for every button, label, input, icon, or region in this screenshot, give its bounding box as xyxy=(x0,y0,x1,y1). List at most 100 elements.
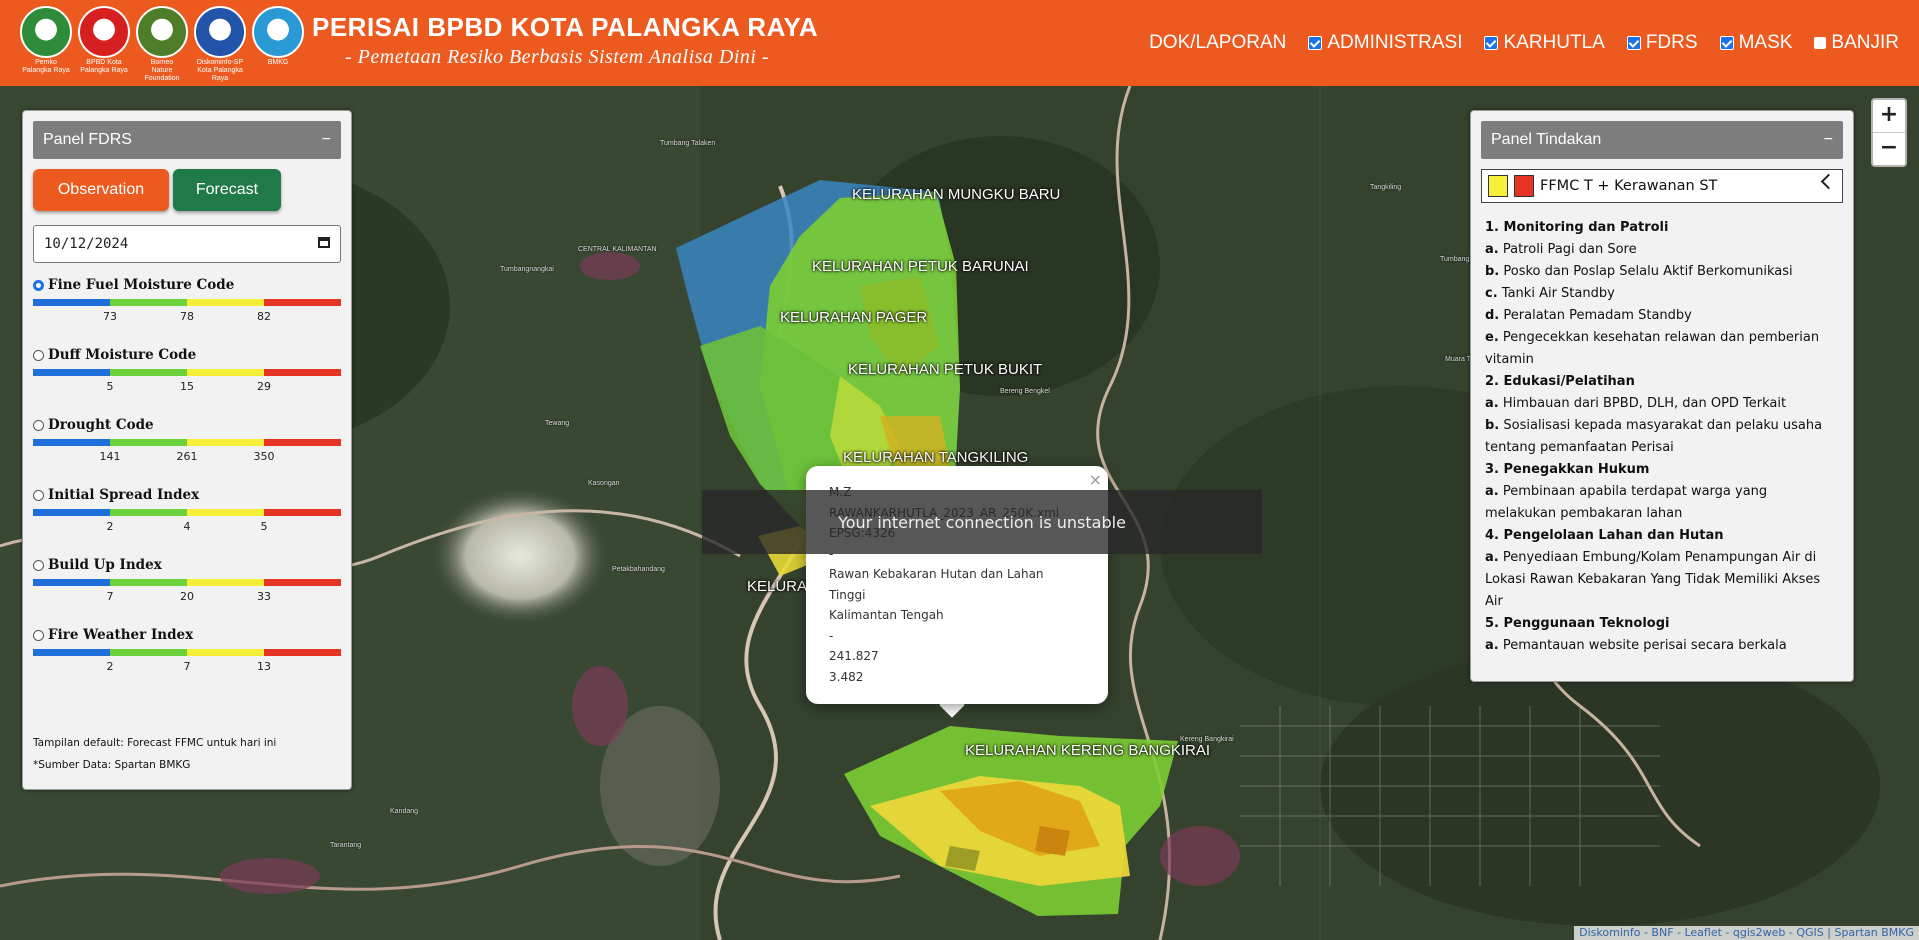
nav-item-karhutla[interactable]: KARHUTLA xyxy=(1484,32,1605,54)
kelurahan-label[interactable]: KELURAHAN TANGKILING xyxy=(843,449,1028,466)
scale-segment xyxy=(187,439,264,446)
legend-label: FFMC T + Kerawanan ST xyxy=(1540,178,1718,194)
legend-swatch-yellow xyxy=(1488,175,1508,197)
index-radio[interactable] xyxy=(33,279,44,291)
index-color-scale xyxy=(33,649,341,656)
action-item-text: Pembinaan apabila terdapat warga yang me… xyxy=(1485,484,1768,521)
fdrs-index-item[interactable]: Build Up Index 7 20 33 xyxy=(33,557,341,627)
action-item-text: Pemantauan website perisai secara berkal… xyxy=(1502,638,1787,653)
logo-item: BPBD Kota Palangka Raya xyxy=(78,6,130,83)
scale-segment xyxy=(110,649,187,656)
index-title[interactable]: Duff Moisture Code xyxy=(33,347,341,363)
fdrs-index-item[interactable]: Drought Code 141 261 350 xyxy=(33,417,341,487)
kelurahan-label[interactable]: KELURAHAN PETUK BUKIT xyxy=(848,361,1042,378)
kelurahan-label[interactable]: KELURAHAN MUNGKU BARU xyxy=(852,186,1060,203)
risk-legend-dropdown[interactable]: FFMC T + Kerawanan ST xyxy=(1481,169,1843,203)
nav-item-fdrs[interactable]: FDRS xyxy=(1626,32,1698,54)
kelurahan-label[interactable]: KELURA xyxy=(747,578,807,595)
logo-item: Borneo Nature Foundation xyxy=(136,6,188,83)
fdrs-panel-header: Panel FDRS − xyxy=(33,121,341,159)
action-item-key: d. xyxy=(1485,308,1500,323)
fdrs-index-item[interactable]: Initial Spread Index 2 4 5 xyxy=(33,487,341,557)
tick-label: 2 xyxy=(106,660,114,673)
fdrs-index-item[interactable]: Fine Fuel Moisture Code 73 78 82 xyxy=(33,277,341,347)
index-name: Fine Fuel Moisture Code xyxy=(48,277,235,293)
index-ticks: 73 78 82 xyxy=(33,306,341,323)
index-ticks: 2 7 13 xyxy=(33,656,341,673)
legend-swatch-red xyxy=(1514,175,1534,197)
index-radio[interactable] xyxy=(33,489,44,501)
nav-item-administrasi[interactable]: ADMINISTRASI xyxy=(1308,32,1462,54)
index-radio[interactable] xyxy=(33,629,44,641)
app-header: Pemko Palangka Raya BPBD Kota Palangka Ra… xyxy=(0,0,1919,86)
kelurahan-label[interactable]: KELURAHAN KERENG BANGKIRAI xyxy=(965,742,1210,759)
fdrs-panel-title: Panel FDRS xyxy=(43,131,132,148)
tick-label: 141 xyxy=(99,450,121,463)
index-title[interactable]: Build Up Index xyxy=(33,557,341,573)
action-section-title: 5. Penggunaan Teknologi xyxy=(1485,616,1670,631)
action-item: a. Patroli Pagi dan Sore xyxy=(1485,239,1839,261)
layer-checkbox[interactable] xyxy=(1719,36,1734,50)
action-item-key: b. xyxy=(1485,264,1500,279)
layer-checkbox[interactable] xyxy=(1308,36,1323,50)
action-panel: Panel Tindakan − FFMC T + Kerawanan ST 1… xyxy=(1470,110,1854,682)
nav-item-banjir[interactable]: BANJIR xyxy=(1814,32,1899,54)
place-label: Tumbangnangkai xyxy=(500,266,554,273)
layer-checkbox[interactable] xyxy=(1814,37,1827,49)
action-panel-header: Panel Tindakan − xyxy=(1481,121,1843,159)
popup-line: Rawan Kebakaran Hutan dan Lahan xyxy=(829,567,1044,581)
logo-caption: BMKG xyxy=(267,59,289,66)
logo-item: Pemko Palangka Raya xyxy=(20,6,72,83)
fdrs-index-item[interactable]: Duff Moisture Code 5 15 29 xyxy=(33,347,341,417)
chevron-left-icon[interactable] xyxy=(1820,173,1837,190)
forecast-button[interactable]: Forecast xyxy=(173,169,281,211)
index-color-scale xyxy=(33,369,341,376)
action-panel-collapse-button[interactable]: − xyxy=(1824,121,1833,159)
popup-close-button[interactable]: × xyxy=(1089,470,1102,489)
scale-segment xyxy=(264,509,341,516)
map-attribution[interactable]: Diskominfo - BNF - Leaflet - qgis2web - … xyxy=(1574,926,1919,940)
index-name: Drought Code xyxy=(48,417,154,433)
index-radio[interactable] xyxy=(33,349,44,361)
tick-label: 7 xyxy=(183,660,191,673)
index-title[interactable]: Initial Spread Index xyxy=(33,487,341,503)
index-ticks: 2 4 5 xyxy=(33,516,341,533)
index-title[interactable]: Drought Code xyxy=(33,417,341,433)
tick-label: 261 xyxy=(176,450,198,463)
nav-item-dok-laporan[interactable]: DOK/LAPORAN xyxy=(1149,32,1286,54)
fdrs-panel-collapse-button[interactable]: − xyxy=(322,121,331,159)
layer-checkbox[interactable] xyxy=(1626,36,1641,50)
scale-segment xyxy=(110,579,187,586)
date-input[interactable]: 10/12/2024 xyxy=(33,225,341,263)
nav-item-mask[interactable]: MASK xyxy=(1719,32,1792,54)
popup-line: 3.482 xyxy=(829,669,864,684)
tick-label: 78 xyxy=(180,310,194,323)
observation-button[interactable]: Observation xyxy=(33,169,169,211)
logo-strip: Pemko Palangka Raya BPBD Kota Palangka Ra… xyxy=(20,6,304,83)
date-value: 10/12/2024 xyxy=(44,236,129,252)
action-item-text: Posko dan Poslap Selalu Aktif Berkomunik… xyxy=(1503,264,1793,279)
connection-toast: Your internet connection is unstable xyxy=(702,490,1262,554)
index-radio[interactable] xyxy=(33,419,44,431)
action-item-text: Pengecekkan kesehatan relawan dan pember… xyxy=(1485,330,1820,367)
layer-checkbox[interactable] xyxy=(1484,36,1499,50)
index-radio[interactable] xyxy=(33,559,44,571)
index-title[interactable]: Fire Weather Index xyxy=(33,627,341,643)
calendar-icon[interactable] xyxy=(318,237,330,248)
zoom-in-button[interactable]: + xyxy=(1873,100,1905,133)
kelurahan-label[interactable]: KELURAHAN PAGER xyxy=(780,309,927,326)
action-item: a. Penyediaan Embung/Kolam Penampungan A… xyxy=(1485,547,1839,613)
scale-segment xyxy=(187,649,264,656)
index-color-scale xyxy=(33,299,341,306)
nav-label: ADMINISTRASI xyxy=(1327,32,1463,53)
action-item: c. Tanki Air Standby xyxy=(1485,283,1839,305)
zoom-out-button[interactable]: − xyxy=(1873,133,1905,165)
index-ticks: 141 261 350 xyxy=(33,446,341,463)
action-section-title: 4. Pengelolaan Lahan dan Hutan xyxy=(1485,528,1724,543)
scale-segment xyxy=(264,439,341,446)
index-title[interactable]: Fine Fuel Moisture Code xyxy=(33,277,341,293)
action-list: 1. Monitoring dan Patroli a. Patroli Pagi… xyxy=(1485,217,1839,657)
action-item: d. Peralatan Pemadam Standby xyxy=(1485,305,1839,327)
kelurahan-label[interactable]: KELURAHAN PETUK BARUNAI xyxy=(812,258,1029,275)
fdrs-index-item[interactable]: Fire Weather Index 2 7 13 xyxy=(33,627,341,697)
